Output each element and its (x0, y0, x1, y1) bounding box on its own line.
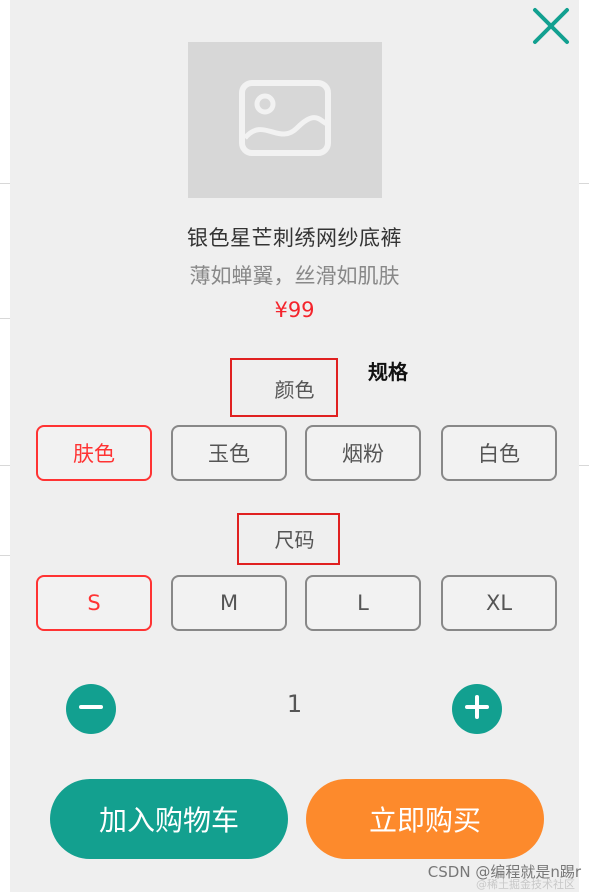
plus-icon (463, 693, 491, 725)
product-name: 银色星芒刺绣网纱底裤 (187, 226, 402, 250)
close-icon[interactable] (531, 6, 571, 46)
color-option-white[interactable]: 白色 (441, 425, 557, 481)
size-section-title: 尺码 (274, 528, 315, 552)
background-divider (0, 318, 10, 319)
size-option-l[interactable]: L (305, 575, 421, 631)
size-option-s[interactable]: S (36, 575, 152, 631)
background-right-edge (578, 0, 589, 892)
background-divider (0, 555, 10, 556)
product-price: ¥99 (274, 298, 315, 322)
background-divider (579, 465, 589, 466)
watermark-sub: @稀土掘金技术社区 (476, 878, 575, 891)
size-option-m[interactable]: M (171, 575, 287, 631)
add-to-cart-button[interactable]: 加入购物车 (50, 779, 288, 859)
color-section-title: 颜色 (274, 378, 315, 402)
background-divider (0, 183, 10, 184)
increase-quantity-button[interactable] (452, 684, 502, 734)
background-divider (579, 183, 589, 184)
spec-annotation: 规格 (368, 360, 408, 384)
color-option-smoke-pink[interactable]: 烟粉 (305, 425, 421, 481)
product-image (188, 42, 382, 198)
image-placeholder-icon (239, 80, 331, 160)
size-option-xl[interactable]: XL (441, 575, 557, 631)
product-description: 薄如蝉翼，丝滑如肌肤 (189, 264, 400, 288)
spec-popup-panel: 银色星芒刺绣网纱底裤 薄如蝉翼，丝滑如肌肤 ¥99 颜色 规格 肤色 玉色 烟粉… (10, 0, 579, 892)
color-option-skin[interactable]: 肤色 (36, 425, 152, 481)
background-divider (0, 465, 10, 466)
color-option-jade[interactable]: 玉色 (171, 425, 287, 481)
buy-now-button[interactable]: 立即购买 (306, 779, 544, 859)
